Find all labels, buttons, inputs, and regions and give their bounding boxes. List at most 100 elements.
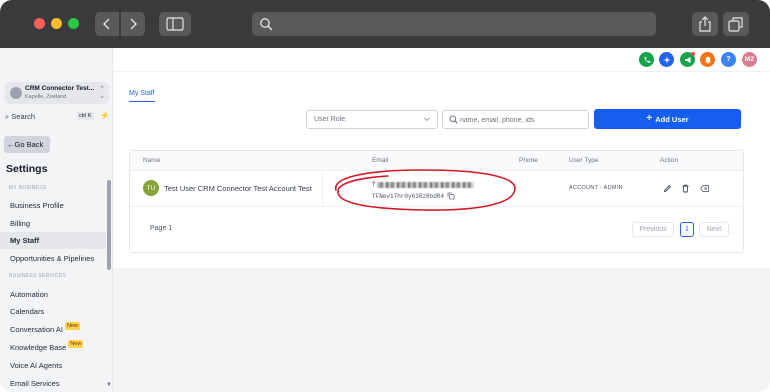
user-id-text: TFNev17hr0y638z8bdR4 [372, 192, 445, 200]
column-email: Email [372, 157, 389, 164]
sidebar-item-automation[interactable]: Automation [0, 286, 106, 303]
page-number-button[interactable]: 1 [680, 222, 694, 237]
pagination: Page 1 Previous 1 Next [130, 208, 743, 252]
phone-button[interactable] [639, 52, 654, 67]
user-role-placeholder: User Role [314, 116, 346, 123]
column-phone: Phone [519, 157, 538, 164]
staff-table: Name Email Phone User Type Action TU Tes… [129, 150, 744, 253]
account-switcher[interactable]: CRM Connector Test... Kapelle, Zeeland ⌃… [5, 82, 109, 104]
remove-user-icon[interactable] [700, 184, 710, 193]
forward-button[interactable] [121, 12, 145, 36]
user-avatar-initials: TU [143, 180, 159, 196]
sidebar-item-calendars[interactable]: Calendars [0, 303, 106, 320]
tabs-overview-button[interactable] [723, 12, 749, 36]
account-name: CRM Connector Test... [25, 85, 95, 92]
table-row[interactable]: TU Test User CRM Connector Test Account … [130, 171, 743, 207]
sidebar-item-billing[interactable]: Billing [0, 215, 106, 232]
go-back-label: Go Back [14, 140, 44, 149]
sparkle-icon [663, 56, 670, 63]
delete-icon[interactable] [681, 184, 690, 193]
next-page-button[interactable]: Next [699, 222, 729, 237]
user-avatar[interactable]: MZ [742, 52, 757, 67]
sidebar-item-opportunities[interactable]: Opportunities & Pipelines [0, 250, 106, 267]
sidebar-icon [166, 17, 184, 31]
minimize-window-button[interactable] [51, 18, 62, 29]
column-name: Name [143, 157, 161, 164]
app-area: CRM Connector Test... Kapelle, Zeeland ⌃… [0, 48, 770, 392]
phone-icon [643, 56, 650, 63]
scroll-down-arrow-icon[interactable]: ▼ [106, 382, 112, 388]
sparkle-button[interactable] [659, 52, 674, 67]
sidebar-item-conversation-ai[interactable]: Conversation AI New [0, 321, 106, 338]
go-back-button[interactable]: ← Go Back [4, 136, 50, 153]
settings-sidebar: CRM Connector Test... Kapelle, Zeeland ⌃… [0, 48, 113, 392]
back-button[interactable] [95, 12, 119, 36]
add-user-label: Add User [655, 114, 689, 124]
section-my-business: MY BUSINESS [9, 185, 47, 191]
section-business-services: BUSINESS SERVICES [9, 273, 66, 279]
search-icon [449, 115, 458, 124]
chevron-down-icon [424, 117, 430, 122]
add-user-button[interactable]: + Add User [594, 109, 741, 129]
staff-search-input[interactable] [460, 113, 586, 127]
search-label: ⌕ Search [5, 112, 36, 121]
sidebar-item-my-staff[interactable]: My Staff [0, 232, 106, 249]
edit-icon[interactable] [663, 184, 672, 193]
browser-window: CRM Connector Test... Kapelle, Zeeland ⌃… [0, 0, 770, 392]
plus-icon: + [646, 113, 653, 124]
column-user-type: User Type [569, 157, 599, 164]
help-button[interactable]: ? [721, 52, 736, 67]
search-icon [260, 18, 273, 31]
staff-content: My Staff User Role + Add User [113, 72, 770, 392]
browser-titlebar [0, 0, 770, 48]
sidebar-item-label: Conversation AI [10, 325, 63, 334]
notification-dot [691, 52, 695, 56]
quick-action-icon[interactable]: ⚡ [100, 111, 110, 120]
main-area: ? MZ My Staff User Role name, email, pho… [113, 48, 770, 392]
user-type: ACCOUNT - ADMIN [569, 185, 623, 191]
email-prefix: f [372, 181, 376, 188]
notifications-button[interactable] [700, 52, 715, 67]
megaphone-icon [684, 56, 690, 63]
copy-icon[interactable] [447, 192, 455, 200]
column-divider [322, 171, 323, 207]
location-icon [10, 87, 22, 99]
sidebar-item-business-profile[interactable]: Business Profile [0, 197, 106, 214]
close-window-button[interactable] [34, 18, 45, 29]
tab-bar: My Staff [113, 72, 770, 106]
user-role-select[interactable]: User Role [306, 110, 438, 129]
staff-search-field[interactable] [442, 110, 589, 129]
chevron-updown-icon: ⌃ ⌄ [99, 86, 105, 100]
tabs-icon [728, 17, 743, 32]
tab-my-staff[interactable]: My Staff [129, 90, 155, 102]
sidebar-item-label: Knowledge Base [10, 343, 67, 352]
chevron-left-icon [103, 18, 110, 30]
account-location: Kapelle, Zeeland [25, 94, 67, 100]
address-bar[interactable] [252, 12, 656, 36]
maximize-window-button[interactable] [68, 18, 79, 29]
staff-panel: User Role + Add User Name E [113, 106, 770, 268]
settings-title: Settings [6, 163, 48, 175]
user-name[interactable]: Test User CRM Connector Test Account Tes… [164, 184, 312, 193]
announcements-button[interactable] [680, 52, 695, 67]
user-email: f [372, 181, 474, 188]
share-icon [699, 16, 711, 32]
sidebar-item-email-services[interactable]: Email Services [0, 375, 106, 392]
sidebar-search[interactable]: ⌕ Search ctrl K ⚡ [5, 111, 110, 123]
sidebar-toggle-button[interactable] [159, 12, 191, 36]
arrow-left-icon: ← [7, 140, 15, 149]
previous-page-button[interactable]: Previous [632, 222, 674, 237]
new-badge: New [64, 321, 80, 330]
table-header: Name Email Phone User Type Action [130, 151, 743, 171]
page-label: Page 1 [150, 225, 173, 232]
sidebar-item-knowledge-base[interactable]: Knowledge Base New [0, 339, 106, 356]
sidebar-scrollbar[interactable] [107, 180, 111, 270]
chevron-right-icon [130, 18, 137, 30]
search-label-text: Search [11, 112, 36, 121]
column-action: Action [660, 157, 679, 164]
share-button[interactable] [692, 12, 718, 36]
bell-icon [704, 56, 711, 64]
user-id: TFNev17hr0y638z8bdR4 [372, 192, 455, 200]
redacted-email [376, 181, 474, 188]
sidebar-item-voice-ai-agents[interactable]: Voice AI Agents [0, 357, 106, 374]
